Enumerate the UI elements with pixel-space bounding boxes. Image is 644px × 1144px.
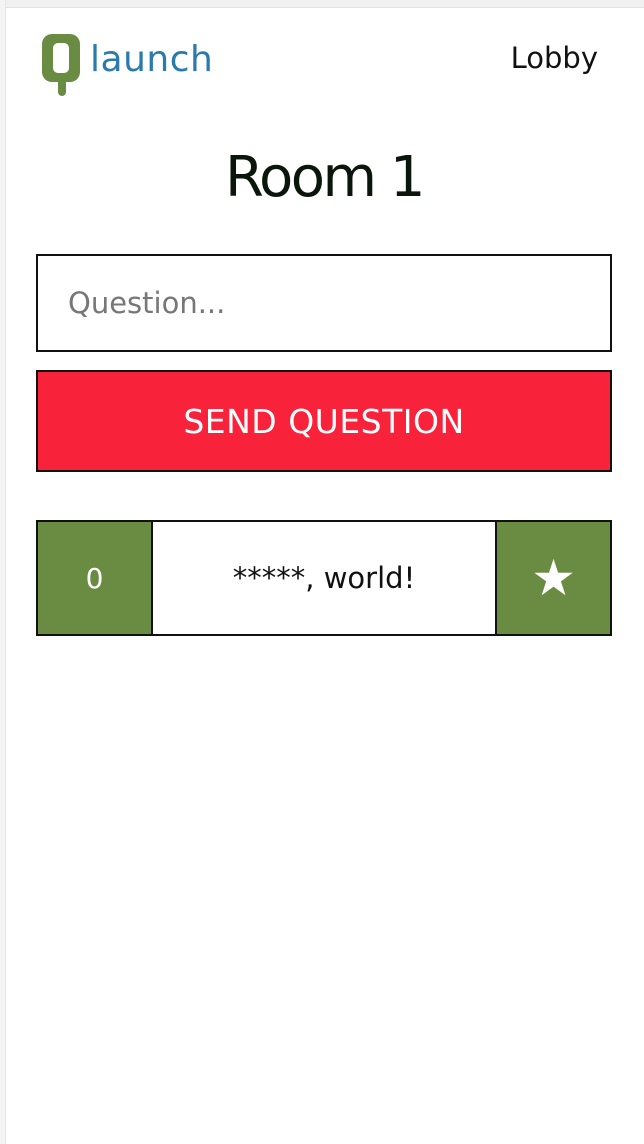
question-text: *****, world!: [151, 520, 497, 636]
logo-wordmark: launch: [90, 39, 214, 80]
q-logo-icon: [40, 32, 82, 96]
vote-count: 0: [36, 520, 153, 636]
room-title: Room 1: [225, 145, 425, 210]
browser-frame-left: [0, 0, 6, 1144]
browser-frame-top: [0, 0, 644, 8]
send-question-button[interactable]: SEND QUESTION: [36, 370, 612, 472]
app-header: launch Lobby: [36, 28, 612, 100]
lobby-link[interactable]: Lobby: [511, 44, 598, 73]
question-item: 0 *****, world! ★: [36, 520, 612, 636]
question-list: 0 *****, world! ★: [36, 520, 612, 636]
star-icon: ★: [531, 549, 576, 607]
question-input[interactable]: [36, 254, 612, 352]
star-vote-button[interactable]: ★: [495, 520, 612, 636]
qlaunch-logo[interactable]: launch: [40, 32, 213, 96]
